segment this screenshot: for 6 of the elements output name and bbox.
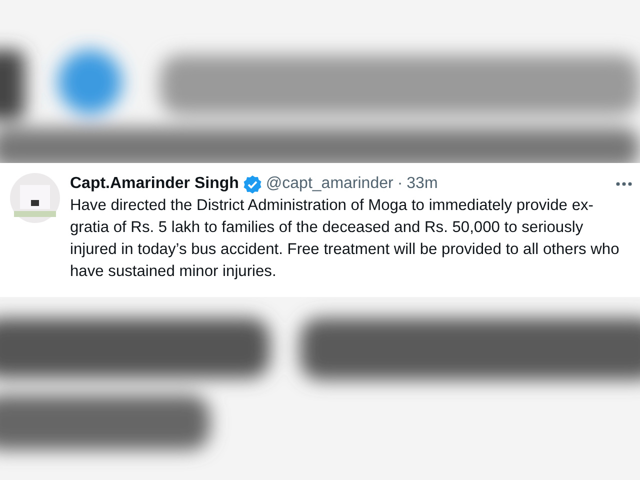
separator: · xyxy=(397,174,403,194)
handle[interactable]: @capt_amarinder xyxy=(266,173,394,195)
timestamp[interactable]: 33m xyxy=(406,173,438,195)
more-icon[interactable] xyxy=(616,182,632,186)
tweet-text: Have directed the District Administration of Moga to immediately provide ex-gratia of Rs. 5 lakh to families of the deceased and Rs. 50,000 to seriously injured in today’s bus accident. Free treatment will be provided to all others who have sustained minor injuries. xyxy=(70,196,620,282)
author-name[interactable]: Capt.Amarinder Singh xyxy=(70,173,239,195)
